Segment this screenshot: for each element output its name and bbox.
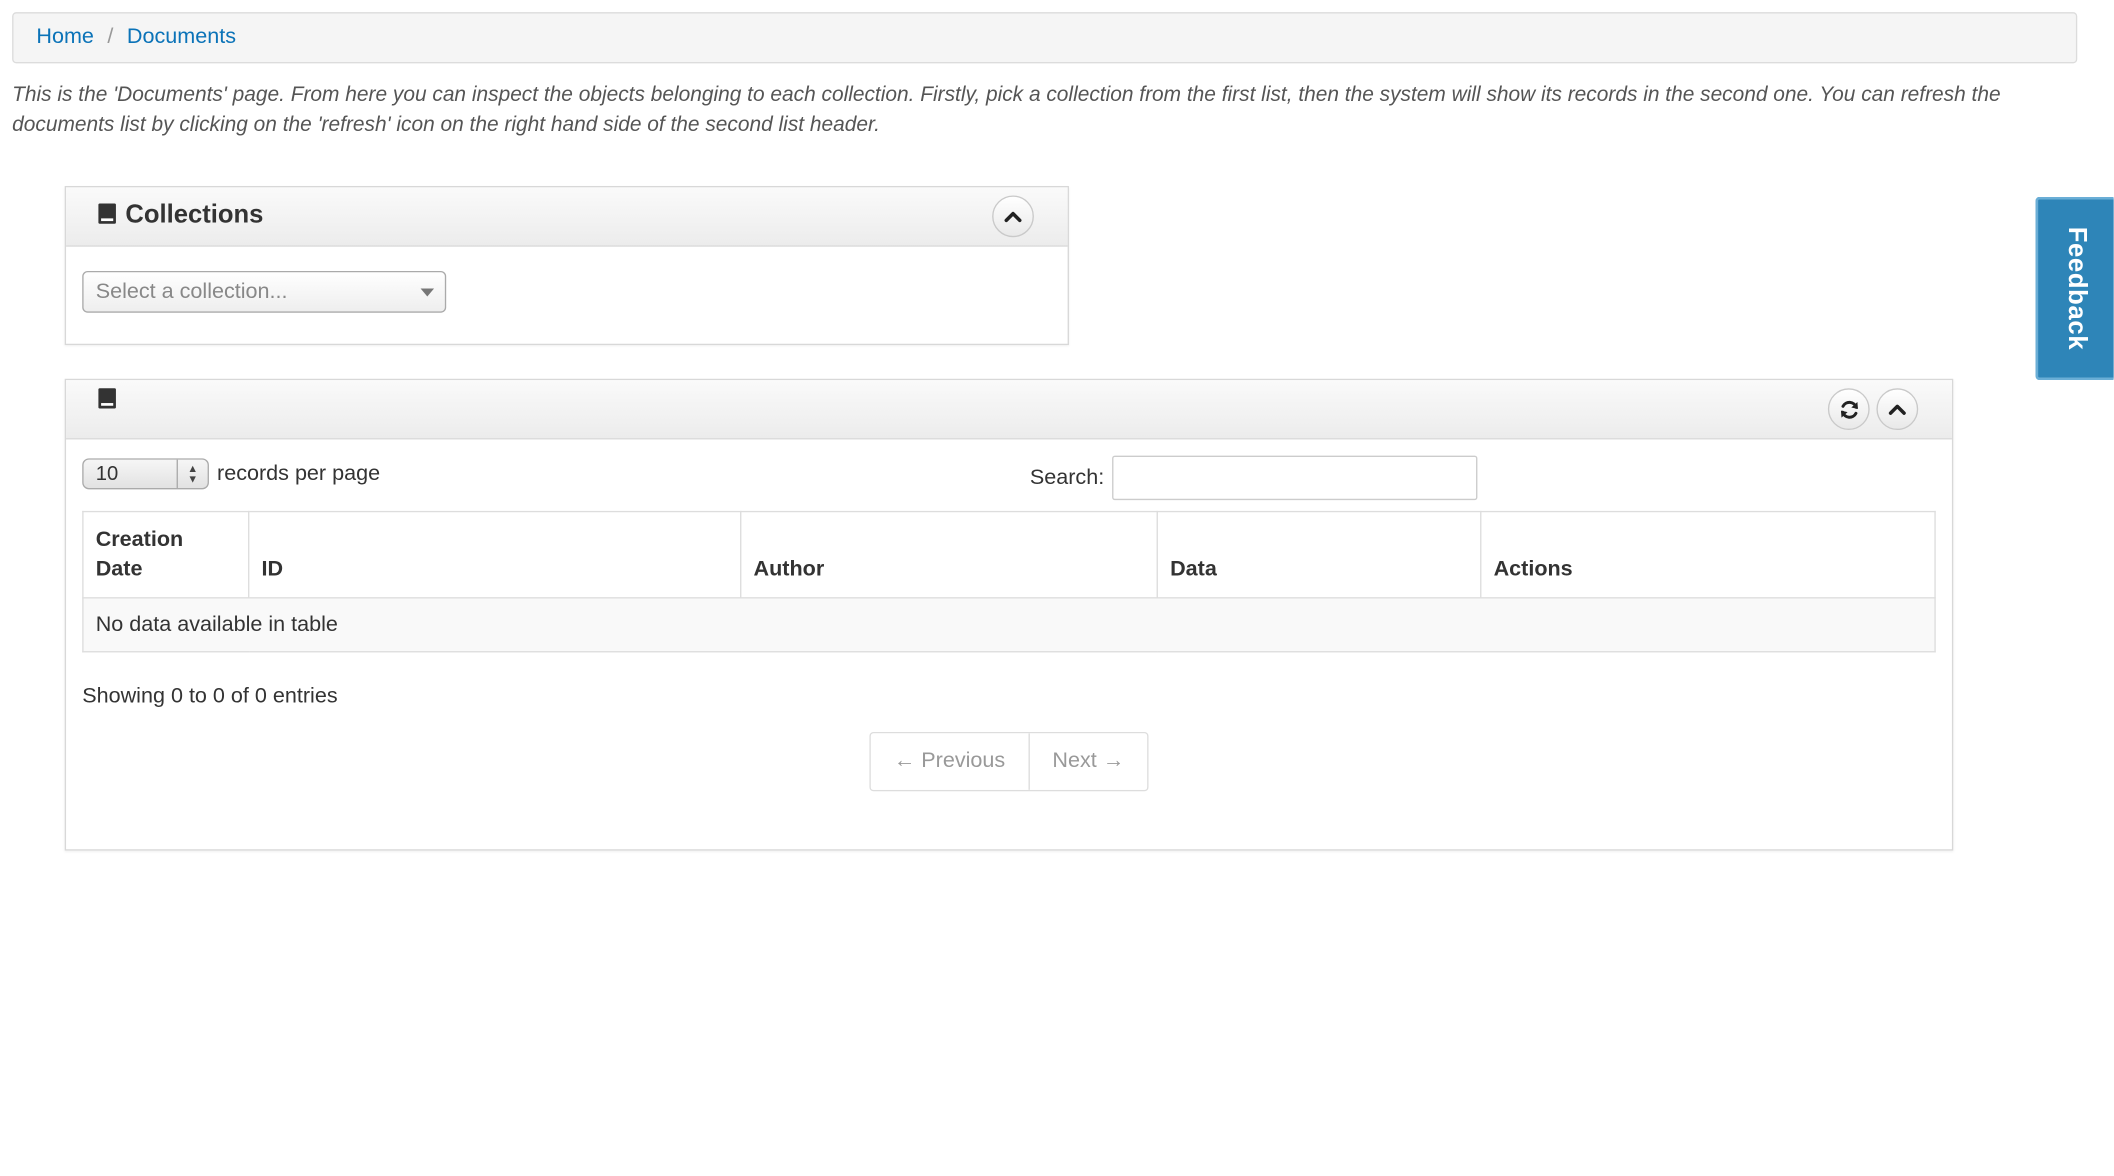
breadcrumb: Home / Documents <box>12 12 2078 64</box>
search-label: Search: <box>1029 465 1105 489</box>
column-header-author[interactable]: Author <box>740 510 1158 599</box>
page: Home / Documents This is the 'Documents'… <box>0 0 2114 1176</box>
collections-title-text: Collections <box>125 200 264 230</box>
search-control: Search: <box>1029 455 1478 501</box>
breadcrumb-home-link[interactable]: Home <box>36 26 94 50</box>
records-per-page-control: 10 ▲ ▼ records per page <box>82 458 381 490</box>
records-table: Creation Date ID Author Data Actions No … <box>82 510 1936 653</box>
collection-select-placeholder: Select a collection... <box>95 279 288 303</box>
records-collapse-button[interactable] <box>1876 388 1919 431</box>
column-header-id[interactable]: ID <box>248 510 742 599</box>
next-page-button[interactable]: Next → <box>1028 733 1148 790</box>
collections-collapse-button[interactable] <box>992 195 1034 238</box>
records-panel-title <box>98 388 125 409</box>
collections-panel-title: Collections <box>98 201 263 231</box>
table-row: No data available in table <box>82 597 1936 653</box>
page-size-select[interactable]: 10 ▲ ▼ <box>82 458 209 490</box>
dropdown-caret-icon <box>420 288 435 297</box>
collections-panel-header: Collections <box>66 187 1068 247</box>
collection-select[interactable]: Select a collection... <box>82 270 447 313</box>
page-size-value: 10 <box>95 462 119 486</box>
book-icon <box>98 202 116 224</box>
column-header-actions[interactable]: Actions <box>1480 510 1936 599</box>
stepper-arrows-icon: ▲ ▼ <box>176 459 208 488</box>
empty-table-message: No data available in table <box>82 597 1936 653</box>
column-header-data[interactable]: Data <box>1156 510 1482 599</box>
previous-page-button[interactable]: ← Previous <box>870 733 1029 790</box>
page-description: This is the 'Documents' page. From here … <box>12 83 2001 137</box>
breadcrumb-current-link[interactable]: Documents <box>127 26 236 50</box>
book-icon <box>98 388 116 409</box>
table-info: Showing 0 to 0 of 0 entries <box>82 684 338 708</box>
pagination: ← Previous Next → <box>869 731 1149 792</box>
records-panel-header <box>66 380 1952 440</box>
collections-panel: Collections Select a collection... <box>64 186 1069 346</box>
page-size-label: records per page <box>217 461 381 485</box>
chevron-up-icon <box>1888 404 1906 415</box>
table-header-row: Creation Date ID Author Data Actions <box>82 510 1936 599</box>
breadcrumb-separator: / <box>107 25 114 49</box>
feedback-label: Feedback <box>2062 226 2091 351</box>
feedback-tab[interactable]: Feedback <box>2035 196 2114 381</box>
records-panel: 10 ▲ ▼ records per page Search: Creation … <box>64 378 1954 851</box>
refresh-icon <box>1840 400 1858 419</box>
chevron-up-icon <box>1004 211 1022 223</box>
refresh-button[interactable] <box>1827 388 1870 431</box>
search-input[interactable] <box>1112 455 1478 501</box>
column-header-creation-date[interactable]: Creation Date <box>82 510 250 599</box>
